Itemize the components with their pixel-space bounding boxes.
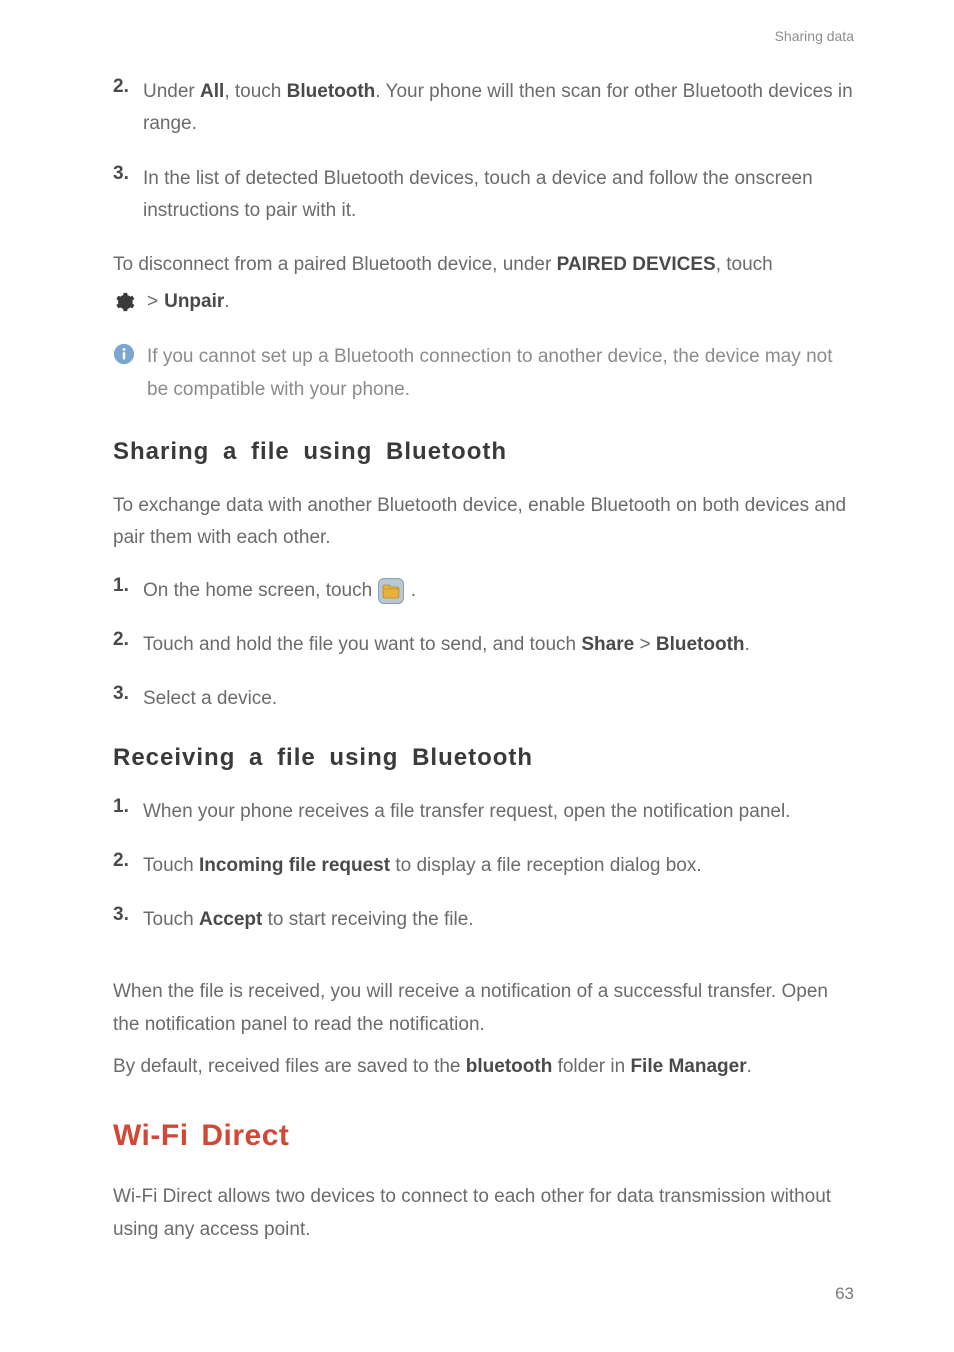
step-body: When your phone receives a file transfer… bbox=[137, 796, 790, 828]
note-text: If you cannot set up a Bluetooth connect… bbox=[147, 341, 854, 406]
step-body: In the list of detected Bluetooth device… bbox=[137, 163, 854, 228]
wifi-direct-para: Wi-Fi Direct allows two devices to conne… bbox=[113, 1181, 854, 1246]
step-number: 2. bbox=[113, 76, 137, 141]
step-3-pairing: 3. In the list of detected Bluetooth dev… bbox=[113, 163, 854, 228]
step-body: Touch Incoming file request to display a… bbox=[137, 850, 702, 882]
step-body: Under All, touch Bluetooth. Your phone w… bbox=[137, 76, 854, 141]
heading-sharing-file: Sharing a file using Bluetooth bbox=[113, 438, 854, 466]
step-body: Touch and hold the file you want to send… bbox=[137, 629, 750, 661]
step-body: Select a device. bbox=[137, 683, 277, 715]
step-body: Touch Accept to start receiving the file… bbox=[137, 904, 474, 936]
sharing-step-3: 3. Select a device. bbox=[113, 683, 854, 715]
step-number: 3. bbox=[113, 163, 137, 228]
heading-receiving-file: Receiving a file using Bluetooth bbox=[113, 744, 854, 772]
info-icon bbox=[113, 343, 135, 365]
heading-wifi-direct: Wi-Fi Direct bbox=[113, 1119, 854, 1153]
info-note: If you cannot set up a Bluetooth connect… bbox=[113, 341, 854, 406]
step-body: On the home screen, touch . bbox=[137, 575, 416, 607]
receiving-step-3: 3. Touch Accept to start receiving the f… bbox=[113, 904, 854, 936]
file-manager-icon bbox=[377, 577, 405, 605]
disconnect-paragraph: To disconnect from a paired Bluetooth de… bbox=[113, 249, 854, 281]
header-section-label: Sharing data bbox=[113, 28, 854, 44]
step-number: 1. bbox=[113, 796, 137, 828]
receiving-para-1: When the file is received, you will rece… bbox=[113, 976, 854, 1041]
page-number: 63 bbox=[835, 1284, 854, 1304]
step-number: 1. bbox=[113, 575, 137, 607]
step-number: 3. bbox=[113, 683, 137, 715]
receiving-step-1: 1. When your phone receives a file trans… bbox=[113, 796, 854, 828]
receiving-para-2: By default, received files are saved to … bbox=[113, 1051, 854, 1083]
sharing-step-2: 2. Touch and hold the file you want to s… bbox=[113, 629, 854, 661]
step-number: 2. bbox=[113, 629, 137, 661]
step-number: 3. bbox=[113, 904, 137, 936]
receiving-step-2: 2. Touch Incoming file request to displa… bbox=[113, 850, 854, 882]
step-2-pairing: 2. Under All, touch Bluetooth. Your phon… bbox=[113, 76, 854, 141]
unpair-line: > Unpair. bbox=[113, 291, 854, 313]
sharing-intro: To exchange data with another Bluetooth … bbox=[113, 490, 854, 555]
step-number: 2. bbox=[113, 850, 137, 882]
sharing-step-1: 1. On the home screen, touch . bbox=[113, 575, 854, 607]
gear-icon bbox=[113, 291, 135, 313]
